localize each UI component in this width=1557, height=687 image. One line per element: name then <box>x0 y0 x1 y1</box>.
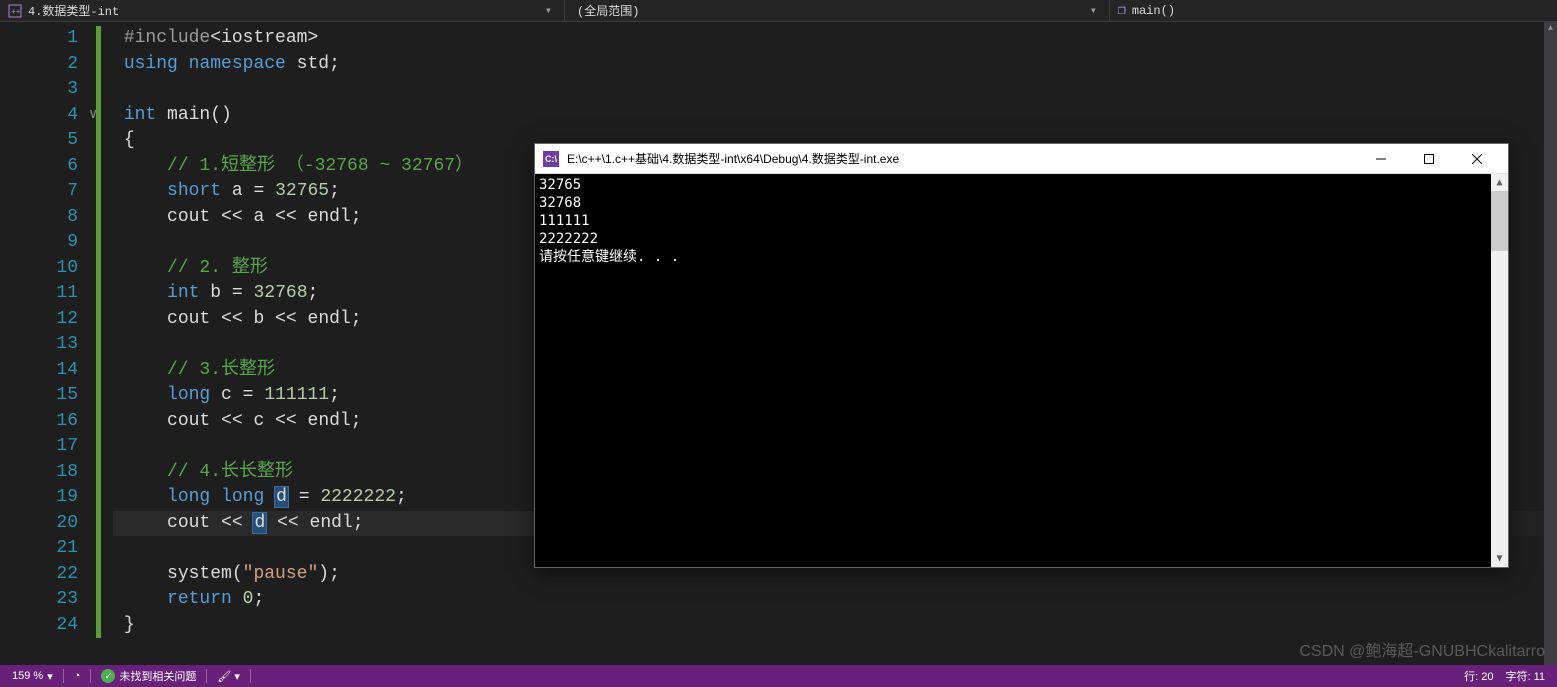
line-number: 6 <box>0 154 78 180</box>
status-bar: 159 % ▾ ◔ ✓ 未找到相关问题 🖌 ▾ 行: 20 字符: 11 <box>0 665 1557 687</box>
line-number: 7 <box>0 179 78 205</box>
line-number: 13 <box>0 332 78 358</box>
line-number: 8 <box>0 205 78 231</box>
fold-icon[interactable]: ∨ <box>89 103 97 129</box>
cpp-file-icon: ++ <box>8 4 22 18</box>
tab-dropdown-icon[interactable]: ▾ <box>541 3 556 18</box>
line-number: 9 <box>0 230 78 256</box>
separator <box>206 669 207 683</box>
line-number: 19 <box>0 485 78 511</box>
line-number: 1 <box>0 26 78 52</box>
line-number: 2 <box>0 52 78 78</box>
check-icon: ✓ <box>101 669 115 683</box>
window-controls <box>1358 144 1500 174</box>
console-line: 请按任意键继续. . . <box>539 248 1504 266</box>
line-number: 5 <box>0 128 78 154</box>
highlighted-var: d <box>274 486 289 508</box>
line-number: 22 <box>0 562 78 588</box>
line-number: 21 <box>0 536 78 562</box>
code-line[interactable]: ∨ int main() <box>113 103 1557 129</box>
code-line[interactable]: } <box>113 613 1557 639</box>
zoom-level[interactable]: 159 % ▾ <box>6 665 59 687</box>
console-line: 32765 <box>539 176 1504 194</box>
top-bar: ++ 4.数据类型-int ▾ (全局范围) ▾ ❒ main() <box>0 0 1557 22</box>
console-line: 111111 <box>539 212 1504 230</box>
maximize-button[interactable] <box>1406 144 1452 174</box>
line-number: 14 <box>0 358 78 384</box>
scroll-up-icon[interactable]: ▲ <box>1544 22 1557 35</box>
issues-status[interactable]: ✓ 未找到相关问题 <box>95 665 202 687</box>
separator <box>90 669 91 683</box>
line-number: 24 <box>0 613 78 639</box>
scroll-down-icon[interactable]: ▼ <box>1491 550 1508 567</box>
line-number: 3 <box>0 77 78 103</box>
separator <box>250 669 251 683</box>
console-app-icon: C:\ <box>543 151 559 167</box>
line-number: 18 <box>0 460 78 486</box>
scroll-thumb[interactable] <box>1491 191 1508 251</box>
code-line[interactable]: #include<iostream> <box>113 26 1557 52</box>
console-window: C:\ E:\c++\1.c++基础\4.数据类型-int\x64\Debug\… <box>534 143 1509 568</box>
line-number-gutter: 1 2 3 4 5 6 7 8 9 10 11 12 13 14 15 16 1… <box>0 22 96 665</box>
function-label: main() <box>1132 4 1175 18</box>
minimize-button[interactable] <box>1358 144 1404 174</box>
console-scrollbar[interactable]: ▲ ▼ <box>1491 174 1508 567</box>
line-number: 12 <box>0 307 78 333</box>
scope-label: (全局范围) <box>577 2 639 19</box>
separator <box>63 669 64 683</box>
line-number: 4 <box>0 103 78 129</box>
console-titlebar[interactable]: C:\ E:\c++\1.c++基础\4.数据类型-int\x64\Debug\… <box>535 144 1508 174</box>
close-button[interactable] <box>1454 144 1500 174</box>
line-number: 17 <box>0 434 78 460</box>
line-number: 10 <box>0 256 78 282</box>
method-icon: ❒ <box>1118 3 1126 18</box>
function-selector[interactable]: ❒ main() <box>1110 0 1183 21</box>
vertical-scrollbar[interactable]: ▲ <box>1544 22 1557 665</box>
console-output[interactable]: 32765 32768 111111 2222222 请按任意键继续. . . … <box>535 174 1508 567</box>
line-number: 23 <box>0 587 78 613</box>
scroll-up-icon[interactable]: ▲ <box>1491 174 1508 191</box>
code-line[interactable]: return 0; <box>113 587 1557 613</box>
brush-icon[interactable]: 🖌 ▾ <box>211 665 246 687</box>
line-number: 11 <box>0 281 78 307</box>
line-number: 16 <box>0 409 78 435</box>
svg-text:++: ++ <box>11 8 21 17</box>
console-line: 2222222 <box>539 230 1504 248</box>
line-indicator[interactable]: 行: 20 <box>1458 668 1499 684</box>
code-line[interactable] <box>113 77 1557 103</box>
console-line: 32768 <box>539 194 1504 212</box>
column-indicator[interactable]: 字符: 11 <box>1499 668 1551 684</box>
scope-dropdown-icon[interactable]: ▾ <box>1090 3 1097 18</box>
code-line[interactable]: using namespace std; <box>113 52 1557 78</box>
line-number: 15 <box>0 383 78 409</box>
highlighted-var: d <box>252 512 267 534</box>
console-title: E:\c++\1.c++基础\4.数据类型-int\x64\Debug\4.数据… <box>567 150 899 167</box>
feedback-icon[interactable]: ◔ <box>68 665 87 687</box>
line-number: 20 <box>0 511 78 537</box>
scope-selector[interactable]: (全局范围) ▾ <box>565 0 1110 21</box>
tab-title: 4.数据类型-int <box>28 2 119 19</box>
file-tab[interactable]: ++ 4.数据类型-int ▾ <box>0 0 565 21</box>
